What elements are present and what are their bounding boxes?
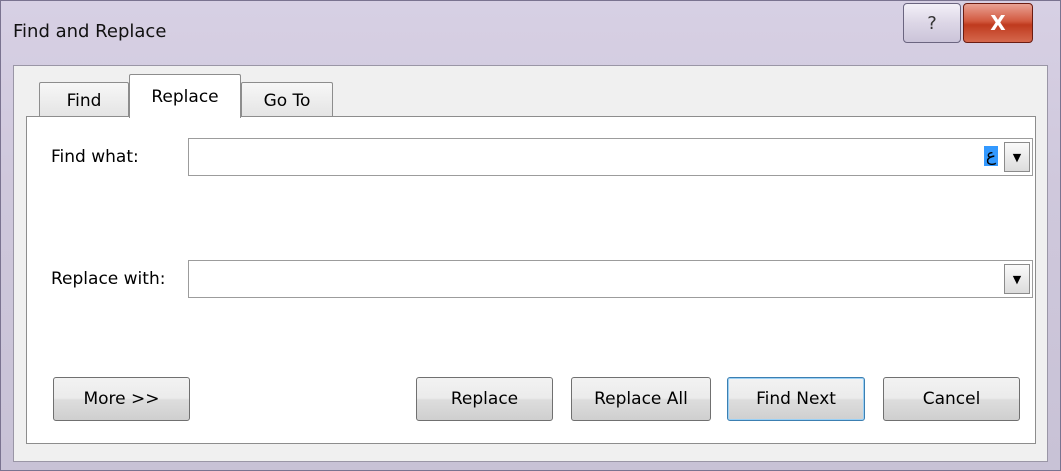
cancel-button-label: Cancel <box>922 389 981 409</box>
replace-button-label: Replace <box>450 389 519 409</box>
chevron-down-icon: ▼ <box>1012 150 1022 164</box>
find-next-button[interactable]: Find Next <box>727 377 865 421</box>
tab-label: Replace <box>151 86 219 107</box>
find-what-label: Find what: <box>51 147 139 167</box>
chevron-down-icon: ▼ <box>1012 272 1022 286</box>
more-button-label: More >> <box>83 389 160 409</box>
tab-label: Find <box>66 90 102 111</box>
window-title: Find and Replace <box>13 21 167 42</box>
replace-with-combobox[interactable]: ▼ <box>188 260 1033 298</box>
find-history-dropdown-button[interactable]: ▼ <box>1004 142 1030 172</box>
more-button[interactable]: More >> <box>53 377 190 421</box>
tab-go-to[interactable]: Go To <box>241 82 333 118</box>
title-bar[interactable]: Find and Replace ? X <box>1 1 1060 63</box>
tab-label: Go To <box>263 90 311 111</box>
find-replace-dialog: Find and Replace ? X Find Replace Go To … <box>0 0 1061 471</box>
tab-find[interactable]: Find <box>39 82 129 118</box>
replace-all-button[interactable]: Replace All <box>571 377 711 421</box>
replace-all-button-label: Replace All <box>594 389 688 409</box>
tab-replace[interactable]: Replace <box>129 74 241 118</box>
help-button[interactable]: ? <box>903 3 961 43</box>
close-button[interactable]: X <box>963 3 1033 43</box>
close-icon: X <box>990 11 1006 35</box>
replace-history-dropdown-button[interactable]: ▼ <box>1004 264 1030 294</box>
find-next-button-label: Find Next <box>756 389 836 409</box>
help-icon: ? <box>927 12 937 34</box>
cancel-button[interactable]: Cancel <box>883 377 1020 421</box>
find-what-combobox[interactable]: ع ▼ <box>188 138 1033 176</box>
ime-indicator: ع <box>983 146 998 166</box>
replace-with-label: Replace with: <box>51 269 166 289</box>
replace-button[interactable]: Replace <box>416 377 553 421</box>
